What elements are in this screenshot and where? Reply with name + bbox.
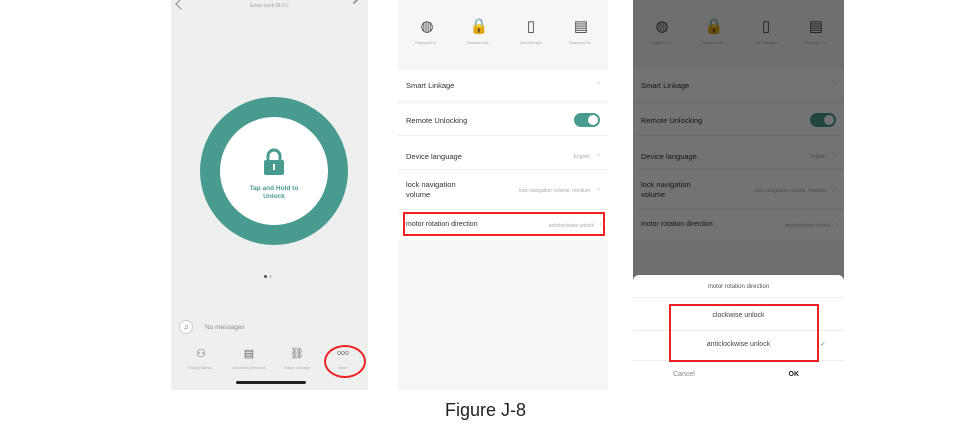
temporary-password[interactable]: ▤ Temporary Pa... xyxy=(558,18,604,45)
unlock-ring[interactable]: Tap and Hold to Unlock xyxy=(200,97,348,245)
lock-home-screen: Ezviz Lock DL0 L Tap and Hold to Unlock … xyxy=(171,0,368,390)
toggle-knob xyxy=(588,115,598,125)
remote-unlocking-toggle[interactable] xyxy=(574,113,600,127)
tab-family-management[interactable]: ⚇ Family Mana... xyxy=(181,347,221,370)
tap-hold-label: Tap and Hold to Unlock xyxy=(249,185,299,200)
link-icon: ⛓ xyxy=(290,348,304,360)
fingerprint-icon: ◍ xyxy=(420,18,434,35)
remote-unlocking-label: Remote Unlocking xyxy=(406,116,468,125)
tab-smart-linkage[interactable]: ⛓ Smart Linkage xyxy=(277,347,317,370)
card-icon: ▯ xyxy=(526,18,536,35)
more-highlight-circle xyxy=(324,345,366,378)
page-dot xyxy=(269,275,272,278)
toolbar-label: Temporary Pa... xyxy=(568,41,594,45)
tab-label: Family Mana... xyxy=(187,365,215,370)
smart-linkage-label: Smart Linkage xyxy=(406,81,455,90)
settings-screen: ◍ Fingerprint M... 🔒 Password Ma... ▯ Ca… xyxy=(398,0,608,390)
device-language-value: English xyxy=(573,154,590,160)
records-icon: ▤ xyxy=(243,348,255,360)
unlock-button[interactable]: Tap and Hold to Unlock xyxy=(220,117,328,225)
divider xyxy=(633,297,844,298)
home-indicator xyxy=(236,381,306,384)
device-language-label: Device language xyxy=(406,152,462,161)
tab-label: Smart Linkage xyxy=(284,365,310,370)
toolbar-label: Card Manager xyxy=(519,41,543,45)
tab-unlocking-records[interactable]: ▤ Unlocking Records xyxy=(229,347,269,370)
device-subtitle: Ezviz Lock DL0 L xyxy=(250,3,289,9)
message-text: No messages xyxy=(205,323,245,331)
tab-label: Unlocking Records xyxy=(232,365,266,370)
padlock-icon xyxy=(264,148,284,175)
smart-linkage-row[interactable]: Smart Linkage › xyxy=(398,70,608,100)
motor-rotation-highlight xyxy=(403,212,605,236)
bell-icon: ♫ xyxy=(179,320,193,334)
toolbar-label: Password Ma... xyxy=(466,41,492,45)
page-dot-active xyxy=(264,275,267,278)
feature-toolbar: ◍ Fingerprint M... 🔒 Password Ma... ▯ Ca… xyxy=(398,14,608,54)
options-highlight xyxy=(669,304,819,362)
lock-navigation-volume-label: lock navigation volume xyxy=(406,180,456,199)
lock-navigation-volume-row[interactable]: lock navigation volume lock navigation v… xyxy=(398,170,608,210)
figure-caption: Figure J-8 xyxy=(444,400,527,420)
lock-icon: 🔒 xyxy=(469,18,489,35)
message-row[interactable]: ♫ No messages xyxy=(179,318,360,336)
chevron-right-icon: › xyxy=(597,186,600,193)
ok-button[interactable]: OK xyxy=(789,371,800,378)
password-management[interactable]: 🔒 Password Ma... xyxy=(456,18,502,45)
chevron-right-icon: › xyxy=(597,152,600,159)
person-icon: ⚇ xyxy=(196,348,206,360)
top-bar: Ezviz Lock DL0 L xyxy=(171,0,368,16)
card-management[interactable]: ▯ Card Manager xyxy=(508,18,554,45)
device-language-row[interactable]: Device language English › xyxy=(398,136,608,170)
fingerprint-management[interactable]: ◍ Fingerprint M... xyxy=(404,18,450,45)
lock-navigation-volume-value: lock navigation volume: medium xyxy=(518,188,590,194)
sheet-title: motor rotation direction xyxy=(707,284,770,290)
toolbar-label: Fingerprint M... xyxy=(415,41,439,45)
cancel-button[interactable]: Cancel xyxy=(673,371,695,378)
check-icon: ✓ xyxy=(820,341,826,348)
page-indicator xyxy=(264,265,278,278)
chevron-right-icon: › xyxy=(597,80,600,87)
document-icon: ▤ xyxy=(573,18,589,35)
remote-unlocking-row: Remote Unlocking xyxy=(398,104,608,136)
